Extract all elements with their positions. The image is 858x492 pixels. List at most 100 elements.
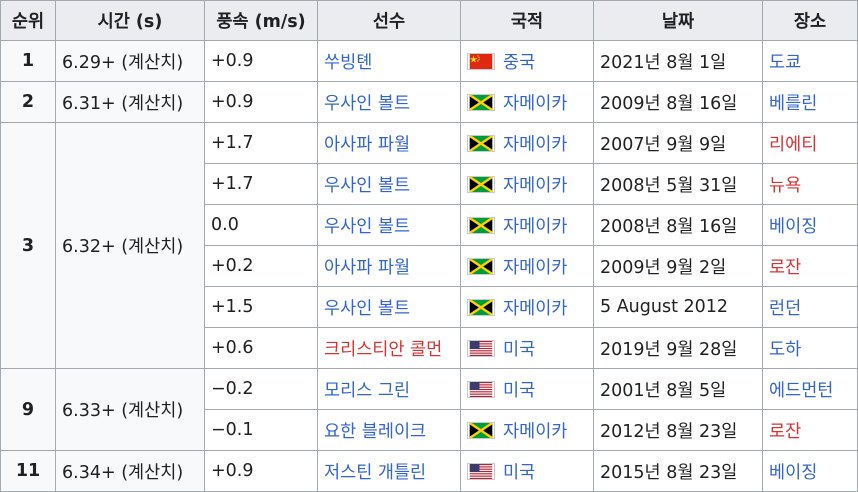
rank-cell: 1	[0, 40, 56, 82]
athlete-link[interactable]: 아사파 파월	[324, 258, 410, 278]
place-link[interactable]: 베이징	[769, 217, 817, 237]
nation-link[interactable]: 미국	[503, 336, 535, 361]
date-cell: 2008년 8월 16일	[593, 204, 763, 246]
place-link[interactable]: 에드먼턴	[769, 381, 833, 401]
nation-link[interactable]: 자메이카	[503, 90, 567, 115]
athlete-link[interactable]: 크리스티안 콜먼	[324, 340, 442, 360]
athlete-cell: 아사파 파월	[317, 245, 461, 287]
place-link[interactable]: 런던	[769, 299, 801, 319]
nation-link[interactable]: 미국	[503, 459, 535, 484]
wind-cell: −0.2	[204, 368, 318, 410]
date-cell: 2007년 9월 9일	[593, 122, 763, 164]
header-date[interactable]: 날짜	[593, 0, 763, 41]
wind-cell: −0.1	[204, 409, 318, 451]
table-row: 1 6.29+ (계산치) +0.9 쑤빙톈 중국 2021년 8월 1일 도쿄	[0, 40, 858, 82]
rank-cell: 11	[0, 450, 56, 492]
date-cell: 2008년 5월 31일	[593, 163, 763, 205]
place-link[interactable]: 도쿄	[769, 53, 801, 73]
nation-link[interactable]: 자메이카	[503, 418, 567, 443]
nation-cell: 자메이카	[460, 204, 594, 246]
athlete-link[interactable]: 우사인 볼트	[324, 217, 410, 237]
place-cell: 로잔	[762, 409, 858, 451]
athlete-cell: 아사파 파월	[317, 122, 461, 164]
place-link[interactable]: 리에티	[769, 135, 817, 155]
jamaica-flag-icon	[467, 134, 495, 152]
header-row: 순위 시간 (s) 풍속 (m/s) 선수 국적 날짜 장소	[0, 0, 858, 41]
athlete-link[interactable]: 쑤빙톈	[324, 53, 372, 73]
nation-cell: 자메이카	[460, 81, 594, 123]
place-link[interactable]: 도하	[769, 340, 801, 360]
athlete-link[interactable]: 모리스 그린	[324, 381, 410, 401]
athlete-link[interactable]: 요한 블레이크	[324, 422, 426, 442]
date-cell: 2015년 8월 23일	[593, 450, 763, 492]
athlete-cell: 우사인 볼트	[317, 81, 461, 123]
jamaica-flag-icon	[467, 175, 495, 193]
wind-cell: +0.2	[204, 245, 318, 287]
wind-cell: 0.0	[204, 204, 318, 246]
jamaica-flag-icon	[467, 421, 495, 439]
date-cell: 2019년 9월 28일	[593, 327, 763, 369]
athlete-cell: 우사인 볼트	[317, 286, 461, 328]
rank-cell: 9	[0, 368, 56, 451]
place-link[interactable]: 베를린	[769, 94, 817, 114]
table-body: 1 6.29+ (계산치) +0.9 쑤빙톈 중국 2021년 8월 1일 도쿄 2 6.31+…	[0, 40, 858, 492]
header-rank[interactable]: 순위	[0, 0, 56, 41]
date-cell: 2009년 8월 16일	[593, 81, 763, 123]
wind-cell: +0.9	[204, 450, 318, 492]
place-link[interactable]: 베이징	[769, 463, 817, 483]
china-flag-icon	[467, 52, 495, 70]
header-place[interactable]: 장소	[762, 0, 858, 41]
athlete-cell: 쑤빙톈	[317, 40, 461, 82]
table-row: 11 6.34+ (계산치) +0.9 저스틴 개틀린 미국 2015년 8월 23일 베이…	[0, 450, 858, 492]
place-link[interactable]: 로잔	[769, 258, 801, 278]
table-row: 3 6.32+ (계산치) +1.7 아사파 파월 자메이카 2007년 9월 9일 리에티	[0, 122, 858, 369]
place-cell: 베이징	[762, 204, 858, 246]
time-cell: 6.33+ (계산치)	[55, 368, 205, 451]
nation-cell: 자메이카	[460, 122, 594, 164]
nation-cell: 중국	[460, 40, 594, 82]
place-cell: 에드먼턴	[762, 368, 858, 410]
nation-link[interactable]: 자메이카	[503, 172, 567, 197]
nation-link[interactable]: 자메이카	[503, 213, 567, 238]
wind-cell: +0.6	[204, 327, 318, 369]
athlete-cell: 요한 블레이크	[317, 409, 461, 451]
place-link[interactable]: 로잔	[769, 422, 801, 442]
place-cell: 런던	[762, 286, 858, 328]
header-wind[interactable]: 풍속 (m/s)	[204, 0, 318, 41]
time-cell: 6.31+ (계산치)	[55, 81, 205, 123]
table-row: 9 6.33+ (계산치) −0.2 모리스 그린 미국 2001년 8월 5일 에드먼턴	[0, 368, 858, 451]
place-cell: 뉴욕	[762, 163, 858, 205]
usa-flag-icon	[467, 462, 495, 480]
place-cell: 로잔	[762, 245, 858, 287]
place-link[interactable]: 뉴욕	[769, 176, 801, 196]
table-row: 2 6.31+ (계산치) +0.9 우사인 볼트 자메이카 2009년 8월 16일 베를…	[0, 81, 858, 123]
place-cell: 도하	[762, 327, 858, 369]
athlete-link[interactable]: 아사파 파월	[324, 135, 410, 155]
nation-link[interactable]: 미국	[503, 377, 535, 402]
nation-cell: 자메이카	[460, 163, 594, 205]
results-table: 순위 시간 (s) 풍속 (m/s) 선수 국적 날짜 장소 1 6.29+ (계…	[0, 0, 858, 492]
athlete-cell: 모리스 그린	[317, 368, 461, 410]
usa-flag-icon	[467, 339, 495, 357]
nation-link[interactable]: 중국	[503, 49, 535, 74]
wind-cell: +0.9	[204, 81, 318, 123]
athlete-link[interactable]: 우사인 볼트	[324, 299, 410, 319]
nation-link[interactable]: 자메이카	[503, 131, 567, 156]
athlete-cell: 우사인 볼트	[317, 163, 461, 205]
jamaica-flag-icon	[467, 257, 495, 275]
nation-link[interactable]: 자메이카	[503, 254, 567, 279]
athlete-link[interactable]: 우사인 볼트	[324, 94, 410, 114]
nation-link[interactable]: 자메이카	[503, 295, 567, 320]
wind-cell: +1.7	[204, 163, 318, 205]
wind-cell: +1.7	[204, 122, 318, 164]
athlete-cell: 크리스티안 콜먼	[317, 327, 461, 369]
header-nation[interactable]: 국적	[460, 0, 594, 41]
athlete-link[interactable]: 저스틴 개틀린	[324, 463, 426, 483]
nation-cell: 미국	[460, 368, 594, 410]
time-cell: 6.32+ (계산치)	[55, 122, 205, 369]
nation-cell: 미국	[460, 327, 594, 369]
header-athlete[interactable]: 선수	[317, 0, 461, 41]
athlete-link[interactable]: 우사인 볼트	[324, 176, 410, 196]
place-cell: 도쿄	[762, 40, 858, 82]
header-time[interactable]: 시간 (s)	[55, 0, 205, 41]
